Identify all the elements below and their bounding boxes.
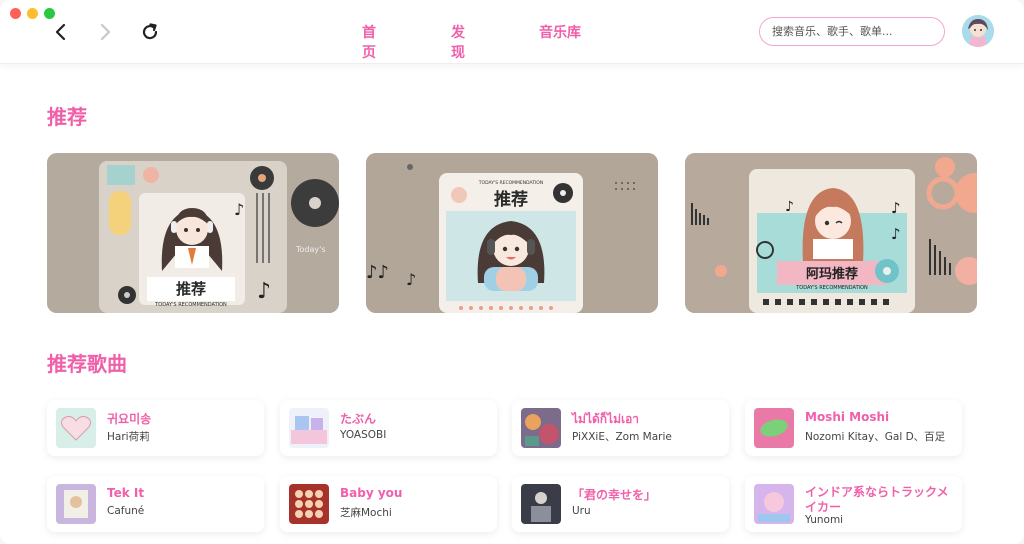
song-artist: Uru — [572, 505, 591, 517]
svg-text:♪: ♪ — [785, 199, 794, 215]
nav-discover[interactable]: 发现 — [451, 22, 465, 62]
song-card[interactable]: たぶん YOASOBI — [280, 400, 497, 456]
song-title: Baby you — [340, 486, 403, 500]
forward-button[interactable] — [93, 20, 117, 44]
chevron-right-icon — [100, 23, 111, 41]
recommend-card-artwork: TODAY'S RECOMMENDATION 推荐 ♪♪ ♪ — [366, 153, 658, 313]
song-artist: Nozomi Kitay、Gal D、百足 — [805, 431, 946, 443]
song-artist: Hari荷莉 — [107, 431, 150, 443]
song-card[interactable]: Tek It Cafuné — [47, 476, 264, 532]
card-caption: 推荐 — [176, 280, 206, 298]
song-cover — [56, 408, 96, 448]
close-window-button[interactable] — [10, 8, 21, 19]
song-card[interactable]: 귀요미송 Hari荷莉 — [47, 400, 264, 456]
song-artist: 芝麻Mochi — [340, 507, 392, 519]
song-artist: PiXXiE、Zom Marie — [572, 431, 672, 443]
recommend-card[interactable]: 阿玛推荐 TODAY'S RECOMMENDATION ♪ ♪ ♪ — [685, 153, 977, 313]
song-card[interactable]: Baby you 芝麻Mochi — [280, 476, 497, 532]
song-title: 「君の幸せを」 — [572, 488, 657, 502]
recommended-songs-title: 推荐歌曲 — [47, 352, 127, 376]
svg-text:♪: ♪ — [891, 199, 901, 217]
top-bar: 首页 发现 音乐库 — [0, 0, 1024, 64]
app-window: 首页 发现 音乐库 推荐 — [0, 0, 1024, 544]
recommend-card[interactable]: 推荐 TODAY'S RECOMMENDATION Today's ♪ ♪ — [47, 153, 339, 313]
recommend-card-artwork: 推荐 TODAY'S RECOMMENDATION Today's ♪ ♪ — [47, 153, 339, 313]
recommend-card-artwork: 阿玛推荐 TODAY'S RECOMMENDATION ♪ ♪ ♪ — [685, 153, 977, 313]
card-subtitle: TODAY'S RECOMMENDATION — [795, 285, 868, 291]
window-controls — [10, 8, 55, 19]
song-card[interactable]: インドア系ならトラックメイカー Yunomi — [745, 476, 962, 532]
refresh-icon — [142, 23, 158, 40]
song-title: たぶん — [340, 412, 377, 426]
card-caption: 阿玛推荐 — [806, 266, 858, 282]
song-cover — [521, 484, 561, 524]
refresh-button[interactable] — [138, 20, 162, 44]
card-caption: 推荐 — [494, 189, 528, 210]
song-artist: Yunomi — [805, 514, 844, 526]
card-subtitle: TODAY'S RECOMMENDATION — [154, 302, 227, 308]
song-cover — [754, 484, 794, 524]
song-cover — [56, 484, 96, 524]
song-artist: Cafuné — [107, 505, 145, 517]
song-card[interactable]: Moshi Moshi Nozomi Kitay、Gal D、百足 — [745, 400, 962, 456]
card-side-text: Today's — [295, 245, 326, 254]
card-subtitle: TODAY'S RECOMMENDATION — [478, 180, 543, 186]
avatar-image — [962, 15, 994, 47]
recommend-card[interactable]: TODAY'S RECOMMENDATION 推荐 ♪♪ ♪ — [366, 153, 658, 313]
nav-home[interactable]: 首页 — [362, 22, 376, 62]
minimize-window-button[interactable] — [27, 8, 38, 19]
song-cover — [289, 484, 329, 524]
back-button[interactable] — [49, 20, 73, 44]
nav-library[interactable]: 音乐库 — [539, 22, 581, 42]
song-artist: YOASOBI — [340, 429, 387, 441]
maximize-window-button[interactable] — [44, 8, 55, 19]
song-title: ไม่ได้ก็ไม่เอา — [572, 412, 640, 426]
user-avatar[interactable] — [962, 15, 994, 47]
svg-text:♪♪: ♪♪ — [366, 262, 389, 283]
song-title: Tek It — [107, 486, 145, 500]
svg-text:♪: ♪ — [406, 270, 416, 289]
song-cover — [754, 408, 794, 448]
song-card[interactable]: ไม่ได้ก็ไม่เอา PiXXiE、Zom Marie — [512, 400, 729, 456]
song-title: Moshi Moshi — [805, 410, 890, 424]
song-title: インドア系ならトラックメイカー — [805, 485, 949, 514]
svg-text:♪: ♪ — [891, 225, 901, 243]
song-title: 귀요미송 — [107, 412, 152, 426]
song-cover — [289, 408, 329, 448]
svg-text:♪: ♪ — [257, 279, 271, 304]
chevron-left-icon — [55, 23, 66, 41]
svg-text:♪: ♪ — [234, 200, 244, 219]
recommend-section-title: 推荐 — [47, 105, 87, 129]
song-cover — [521, 408, 561, 448]
search-input[interactable] — [759, 17, 945, 46]
song-card[interactable]: 「君の幸せを」 Uru — [512, 476, 729, 532]
